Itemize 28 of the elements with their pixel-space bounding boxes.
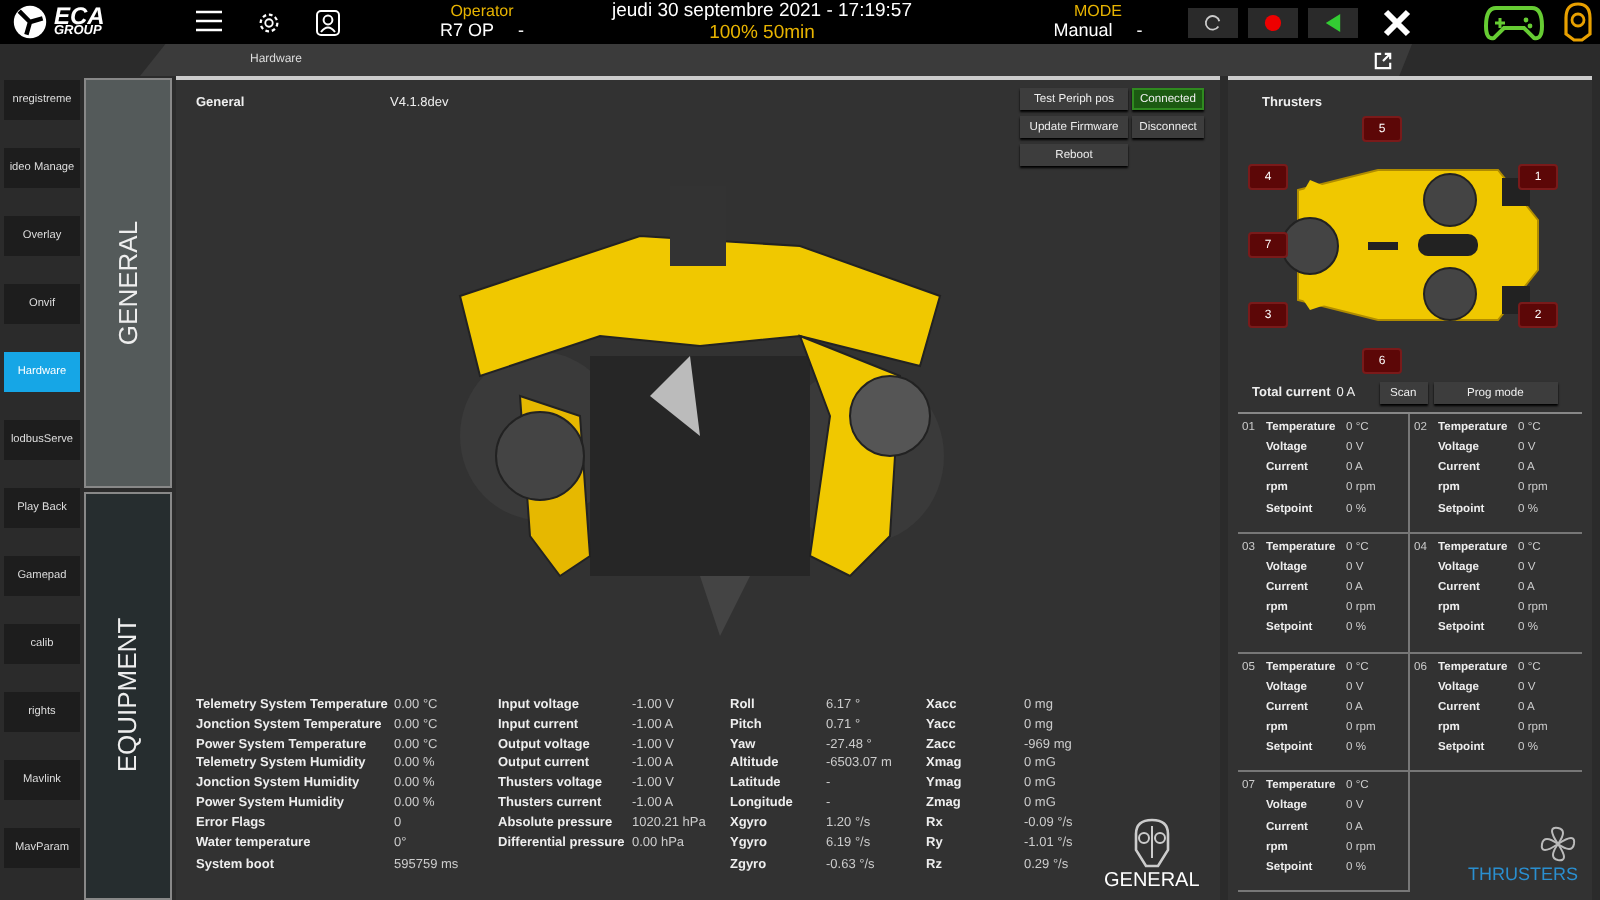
user-icon[interactable] (316, 9, 340, 35)
close-icon[interactable] (1382, 7, 1412, 37)
record-button[interactable] (1248, 7, 1298, 37)
operator-label: Operator (450, 2, 514, 20)
menu-icon[interactable] (196, 9, 222, 31)
triangle-icon (1324, 13, 1342, 31)
dropdown-caret[interactable]: - (518, 20, 524, 42)
battery-status: 100% 50min (709, 22, 815, 44)
vertical-tab[interactable]: GENERAL (84, 78, 172, 487)
robot-head-icon (1131, 818, 1172, 870)
vertical-tab[interactable]: EQUIPMENT (84, 491, 172, 900)
dropdown-caret[interactable]: - (1136, 20, 1143, 42)
helmet-icon[interactable] (1564, 2, 1592, 42)
mode-label: MODE (1074, 2, 1122, 20)
record-icon (1264, 13, 1282, 31)
fan-icon (1538, 824, 1578, 864)
settings-icon[interactable] (256, 9, 282, 35)
mode-value[interactable]: Manual (1053, 20, 1113, 42)
operator-value[interactable]: R7 OP (439, 20, 494, 42)
external-link-icon[interactable] (1374, 51, 1392, 69)
logo-text: ECA (54, 5, 105, 27)
date-time: jeudi 30 septembre 2021 - 17:19:57 (612, 0, 912, 22)
play-button[interactable] (1308, 7, 1358, 37)
section-footer-text: GENERAL (1104, 870, 1200, 892)
refresh-button[interactable] (1188, 7, 1238, 37)
panel-footer-text: THRUSTERS (1467, 864, 1578, 884)
gamepad-icon[interactable] (1484, 2, 1544, 42)
refresh-icon (1204, 13, 1222, 31)
